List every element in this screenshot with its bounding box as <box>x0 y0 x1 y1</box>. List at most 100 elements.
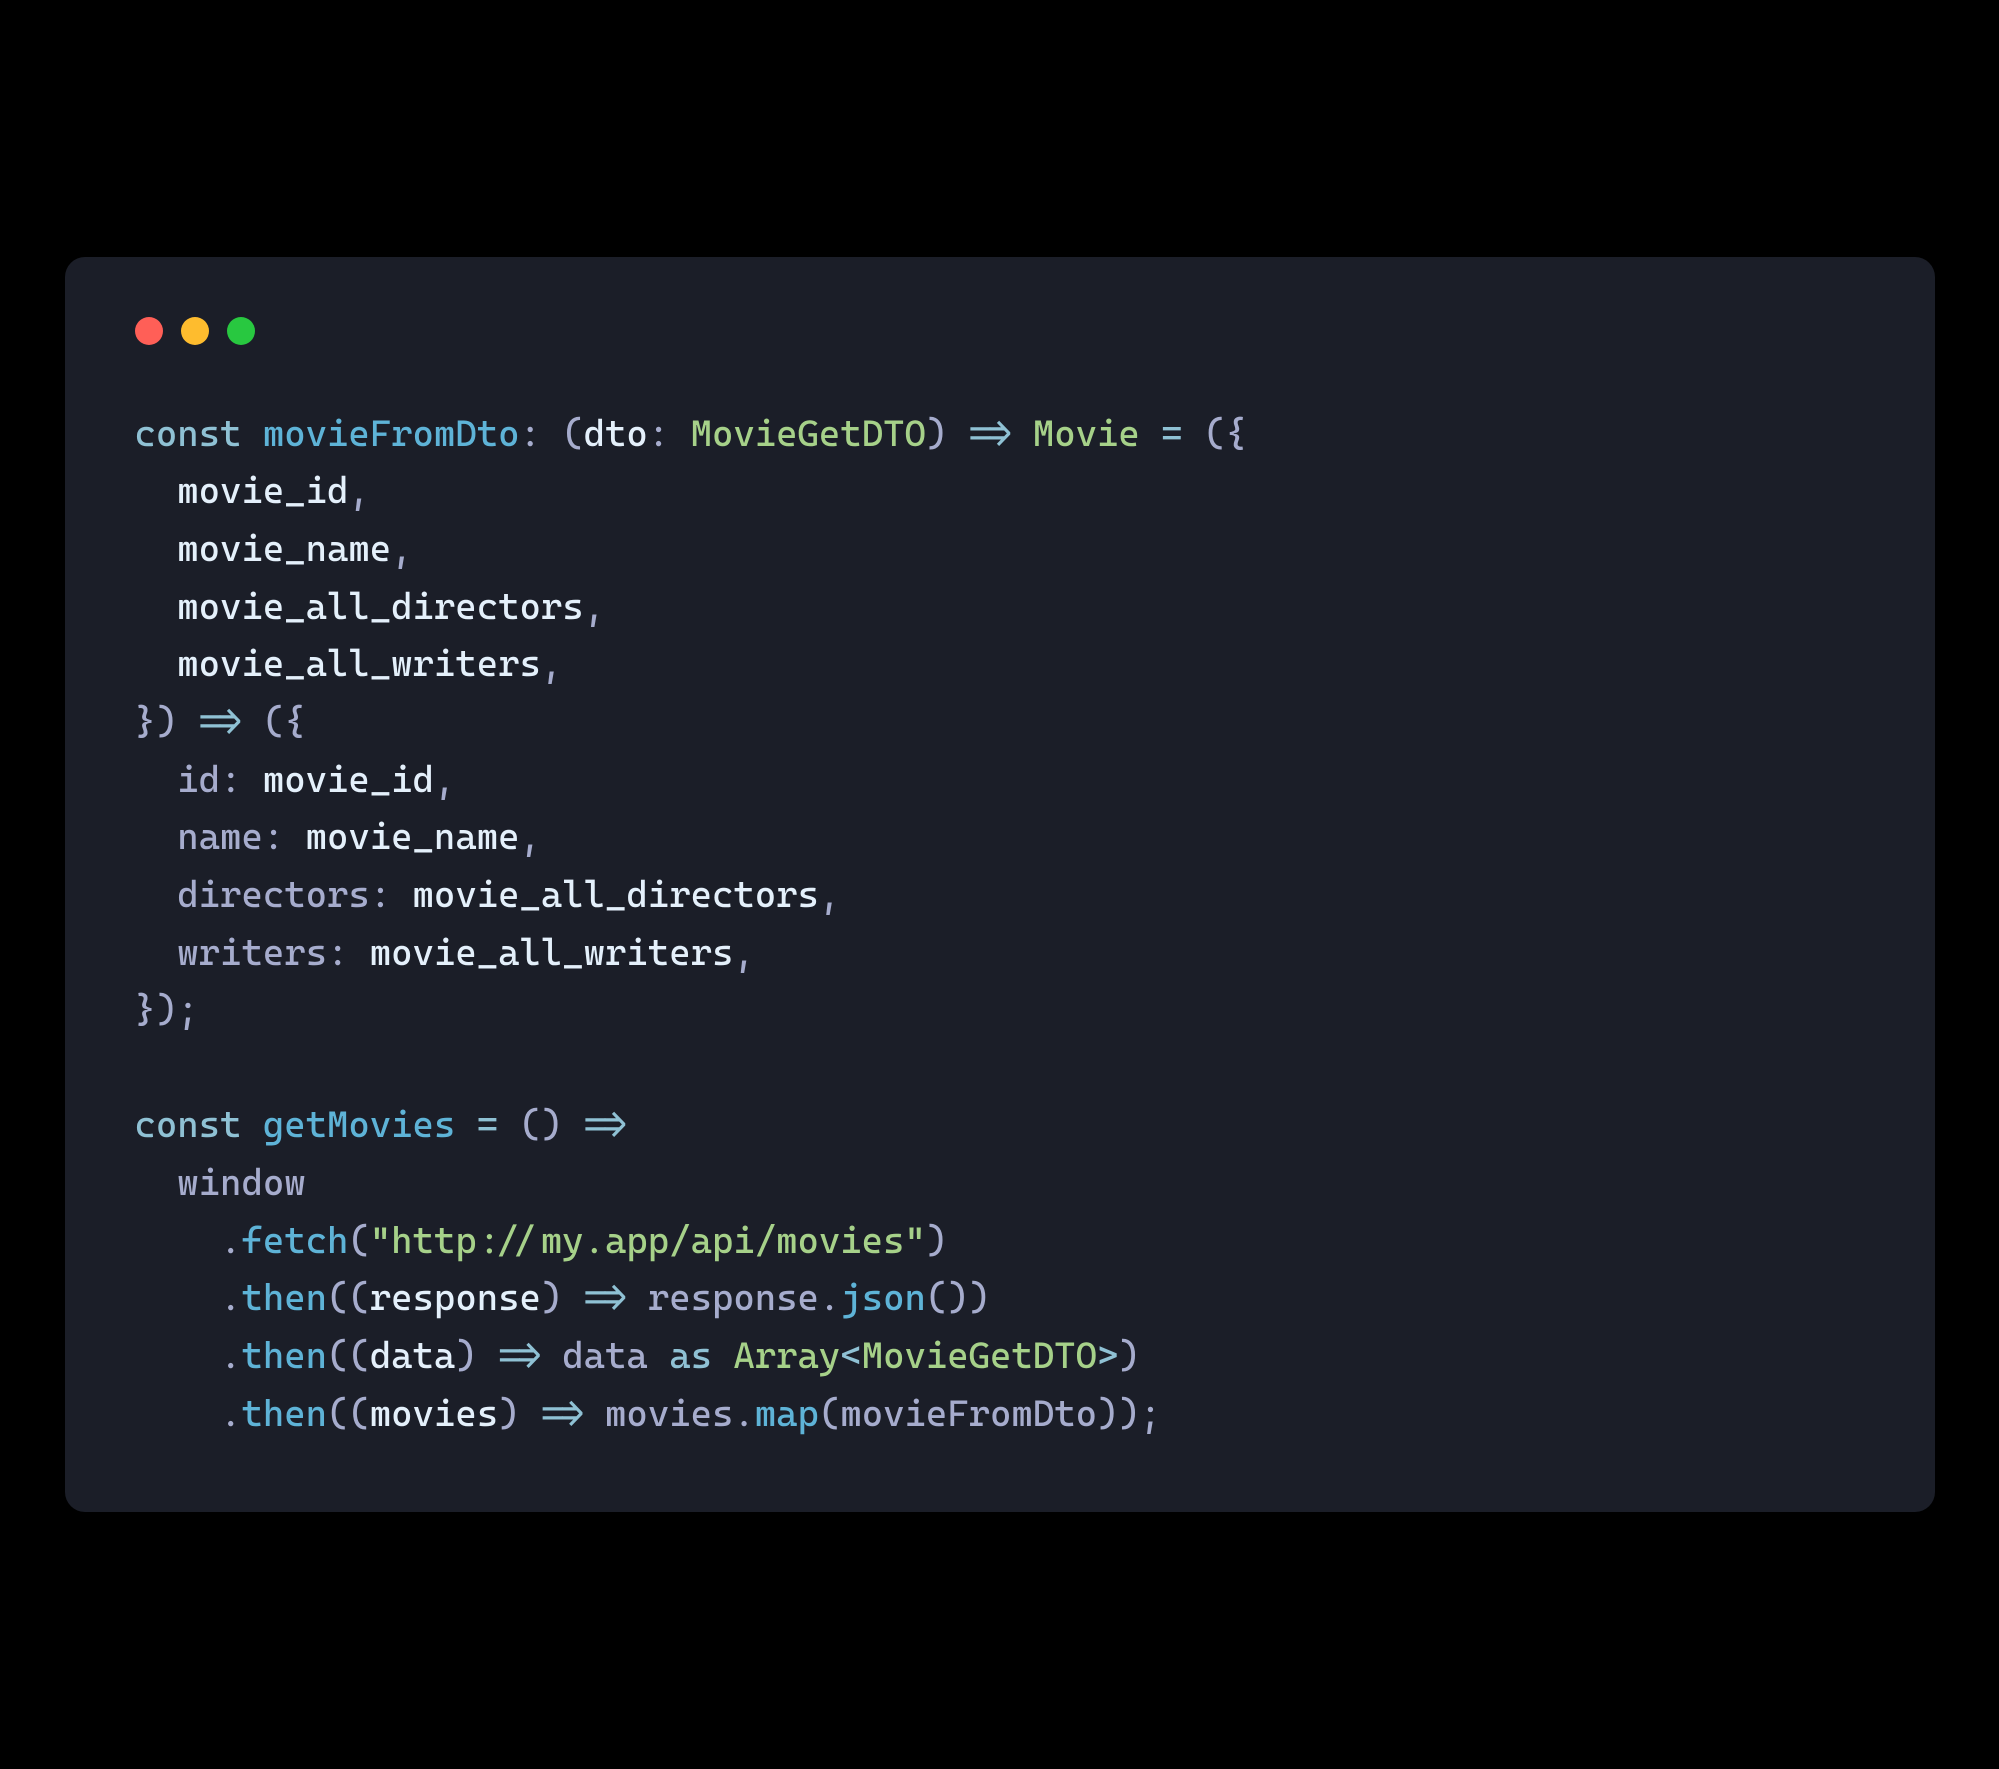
brace-open: { <box>1225 412 1246 455</box>
brace-open: { <box>284 700 305 743</box>
comma: , <box>391 527 412 570</box>
paren-open: ( <box>562 412 583 455</box>
comma: , <box>434 758 455 801</box>
keyword-const: const <box>135 1103 242 1146</box>
arrow: => <box>498 1334 541 1377</box>
paren-close: ) <box>926 1219 947 1262</box>
identifier-response: response <box>648 1276 819 1319</box>
key-name: name <box>177 815 263 858</box>
call-map: map <box>755 1392 819 1435</box>
paren-close: ) <box>1118 1392 1139 1435</box>
paren-close: ) <box>156 700 177 743</box>
angle-close: > <box>1097 1334 1118 1377</box>
param-dto: dto <box>584 412 648 455</box>
arrow: => <box>584 1103 627 1146</box>
param-movies: movies <box>370 1392 498 1435</box>
paren-open: ( <box>348 1392 369 1435</box>
dot: . <box>733 1392 754 1435</box>
param-data: data <box>370 1334 456 1377</box>
destruct-movie-id: movie_id <box>177 469 348 512</box>
paren-open: ( <box>348 1219 369 1262</box>
colon: : <box>220 758 241 801</box>
paren-open: ( <box>263 700 284 743</box>
keyword-const: const <box>135 412 242 455</box>
paren-open: ( <box>1204 412 1225 455</box>
fn-movieFromDto: movieFromDto <box>263 412 520 455</box>
call-then: then <box>241 1334 327 1377</box>
type-array: Array <box>733 1334 840 1377</box>
parens-empty: () <box>926 1276 969 1319</box>
comma: , <box>733 931 754 974</box>
param-response: response <box>370 1276 541 1319</box>
comma: , <box>519 815 540 858</box>
paren-close: ) <box>541 1276 562 1319</box>
key-directors: directors <box>177 873 369 916</box>
fn-getmovies: getMovies <box>263 1103 455 1146</box>
paren-close: ) <box>455 1334 476 1377</box>
destruct-movie-all-directors: movie_all_directors <box>177 585 583 628</box>
key-id: id <box>177 758 220 801</box>
identifier-window: window <box>177 1161 305 1204</box>
type-moviegetdto: MovieGetDTO <box>862 1334 1097 1377</box>
paren-close: ) <box>156 988 177 1031</box>
paren-close: ) <box>498 1392 519 1435</box>
keyword-as: as <box>669 1334 712 1377</box>
paren-open: ( <box>348 1334 369 1377</box>
arrow: => <box>584 1276 627 1319</box>
call-fetch: fetch <box>241 1219 348 1262</box>
call-then: then <box>241 1392 327 1435</box>
dot: . <box>819 1276 840 1319</box>
call-json: json <box>840 1276 926 1319</box>
destruct-movie-all-writers: movie_all_writers <box>177 642 541 685</box>
paren-close: ) <box>1097 1392 1118 1435</box>
dot: . <box>220 1334 241 1377</box>
window-controls <box>135 317 1865 345</box>
zoom-icon[interactable] <box>227 317 255 345</box>
key-writers: writers <box>177 931 327 974</box>
brace-close: } <box>135 988 156 1031</box>
comma: , <box>819 873 840 916</box>
comma: , <box>541 642 562 685</box>
paren-close: ) <box>969 1276 990 1319</box>
comma: , <box>348 469 369 512</box>
colon: : <box>263 815 284 858</box>
parens-empty: () <box>519 1103 562 1146</box>
code-block: const movieFromDto: (dto: MovieGetDTO) =… <box>135 405 1865 1443</box>
dot: . <box>220 1392 241 1435</box>
semicolon: ; <box>177 988 198 1031</box>
arrow: => <box>541 1392 584 1435</box>
arrow: => <box>199 700 242 743</box>
paren-open: ( <box>348 1276 369 1319</box>
brace-close: } <box>135 700 156 743</box>
identifier-moviefromdto: movieFromDto <box>840 1392 1097 1435</box>
code-window: const movieFromDto: (dto: MovieGetDTO) =… <box>65 257 1935 1513</box>
type-moviegetdto: MovieGetDTO <box>691 412 926 455</box>
arrow: => <box>969 412 1012 455</box>
colon: : <box>370 873 391 916</box>
identifier-movies: movies <box>605 1392 733 1435</box>
destruct-movie-name: movie_name <box>177 527 391 570</box>
paren-open: ( <box>327 1276 348 1319</box>
val-movie-name: movie_name <box>306 815 520 858</box>
val-movie-id: movie_id <box>263 758 434 801</box>
paren-open: ( <box>819 1392 840 1435</box>
semicolon: ; <box>1140 1392 1161 1435</box>
paren-close: ) <box>926 412 947 455</box>
paren-open: ( <box>327 1334 348 1377</box>
comma: , <box>584 585 605 628</box>
colon: : <box>327 931 348 974</box>
equals: = <box>477 1103 498 1146</box>
call-then: then <box>241 1276 327 1319</box>
val-movie-all-writers: movie_all_writers <box>370 931 734 974</box>
minimize-icon[interactable] <box>181 317 209 345</box>
paren-open: ( <box>327 1392 348 1435</box>
equals: = <box>1161 412 1182 455</box>
dot: . <box>220 1219 241 1262</box>
type-movie: Movie <box>1033 412 1140 455</box>
colon: : <box>648 412 669 455</box>
angle-open: < <box>840 1334 861 1377</box>
close-icon[interactable] <box>135 317 163 345</box>
identifier-data: data <box>562 1334 648 1377</box>
dot: . <box>220 1276 241 1319</box>
val-movie-all-directors: movie_all_directors <box>413 873 819 916</box>
